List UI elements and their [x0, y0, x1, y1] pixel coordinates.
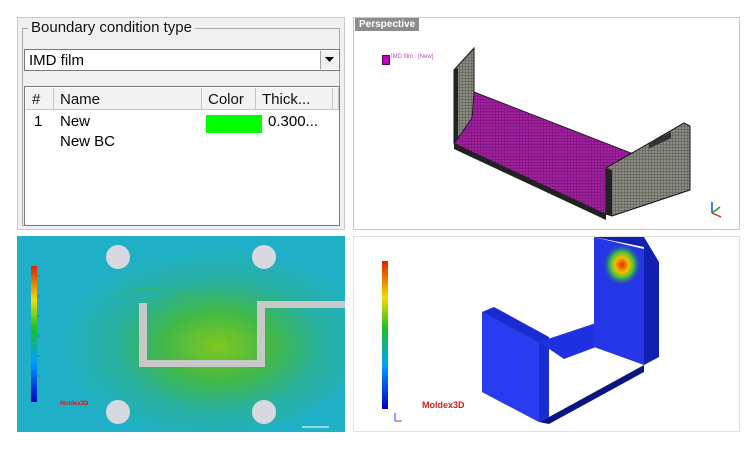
flow-result-3d-plot [382, 237, 659, 424]
row-color-swatch[interactable] [206, 115, 262, 133]
perspective-viewport[interactable]: Perspective IMD film : [New] [353, 17, 740, 230]
row-name-secondary: New BC [60, 133, 116, 150]
brand-label: Moldex3D [422, 400, 465, 410]
column-header-thickness[interactable]: Thick... [256, 88, 333, 110]
boundary-type-select[interactable]: IMD film [24, 49, 340, 71]
axis-triad-icon [394, 413, 402, 422]
column-header-name[interactable]: Name [54, 88, 202, 110]
flow-result-viewport-3d[interactable]: Moldex3D [353, 236, 740, 432]
row-index: 1 [34, 113, 43, 130]
column-header-index[interactable]: # [26, 88, 54, 110]
brand-label: Moldex3D [60, 401, 89, 407]
chevron-down-icon [325, 57, 334, 62]
boundary-table: # Name Color Thick... 1 New New BC 0.300… [24, 86, 340, 226]
part-mesh-model [453, 46, 691, 220]
row-thickness: 0.300... [268, 113, 319, 130]
boundary-type-select-value: IMD film [29, 52, 84, 69]
flow-result-viewport-2d[interactable]: Moldex3D [17, 236, 345, 432]
row-name: New [60, 113, 91, 130]
column-header-color[interactable]: Color [202, 88, 256, 110]
column-header-filler [333, 88, 339, 110]
boundary-condition-legend: Boundary condition type [28, 19, 195, 36]
axis-triad-icon [711, 202, 722, 218]
dropdown-button[interactable] [320, 51, 338, 69]
boundary-condition-panel: Boundary condition type IMD film # Name … [17, 17, 345, 230]
